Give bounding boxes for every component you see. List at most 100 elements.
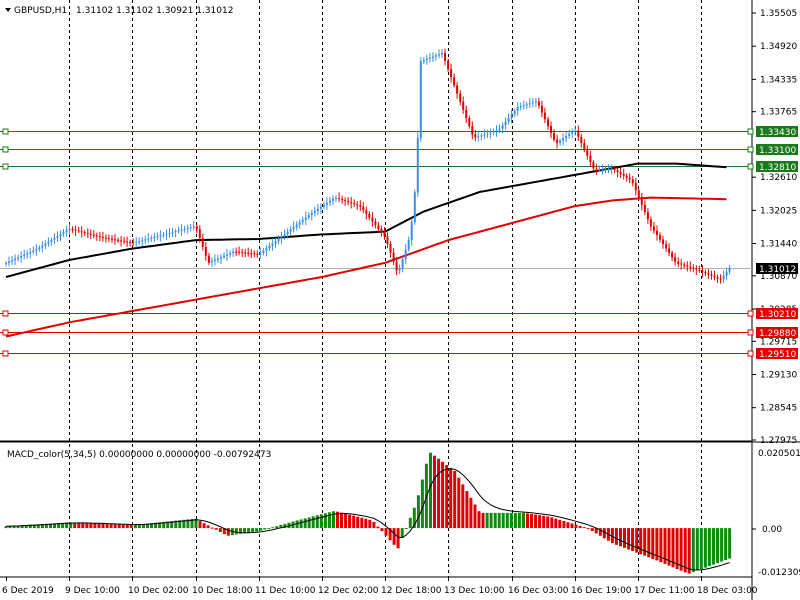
candle-body — [341, 199, 344, 201]
candle-body — [668, 248, 671, 253]
candle-body — [547, 119, 549, 127]
price-tick-label: 1.35505 — [760, 9, 797, 19]
candle-body — [625, 175, 628, 178]
macd-bar — [639, 528, 643, 555]
time-tick-label: 11 Dec 10:00 — [255, 586, 316, 596]
macd-bar — [542, 515, 546, 529]
candle-body — [159, 235, 162, 237]
candle-body — [637, 190, 640, 198]
candle-body — [123, 240, 126, 242]
candle-body — [510, 114, 513, 118]
candle-body — [571, 131, 574, 134]
candle-body — [474, 134, 477, 138]
candle-body — [50, 239, 53, 242]
candle-body — [359, 205, 362, 207]
candle-body — [683, 264, 686, 266]
candle-body — [174, 231, 177, 233]
candle-body — [238, 251, 241, 253]
candle-body — [38, 247, 41, 250]
candle-body — [41, 245, 44, 248]
candle-body — [450, 69, 453, 78]
macd-bar — [356, 516, 360, 529]
candle-body — [401, 259, 404, 269]
candle-body — [607, 169, 610, 171]
candle-body — [568, 133, 571, 136]
macd-bar — [97, 523, 101, 529]
macd-bar — [675, 528, 679, 569]
macd-bar — [105, 524, 109, 529]
candle-body — [719, 278, 722, 280]
candle-body — [156, 236, 159, 238]
macd-bar — [368, 519, 372, 529]
candle-body — [216, 258, 219, 260]
macd-bar — [214, 528, 218, 530]
macd-bar — [81, 523, 85, 529]
candle-body — [135, 241, 138, 243]
candle-body — [398, 268, 401, 271]
candle-body — [716, 277, 719, 279]
candle-body — [292, 226, 295, 230]
candle-body — [338, 198, 341, 199]
candle-body — [459, 93, 462, 102]
macd-bar — [210, 527, 214, 529]
candle-body — [204, 246, 207, 256]
macd-bar — [707, 528, 711, 567]
candle-body — [353, 203, 356, 205]
candle-body — [310, 212, 313, 215]
macd-bar — [703, 528, 707, 568]
candle-body — [662, 239, 664, 244]
candle-body — [550, 126, 552, 133]
time-tick-label: 16 Dec 03:00 — [508, 586, 569, 596]
macd-bar — [384, 528, 388, 536]
price-tick-label: 1.34335 — [760, 75, 797, 85]
macd-bar — [323, 513, 327, 529]
price-tick-label: 1.31440 — [760, 240, 797, 250]
macd-bar — [299, 519, 303, 529]
candle-body — [253, 253, 256, 255]
candle-body — [701, 270, 704, 272]
candle-body — [522, 105, 525, 107]
macd-bar — [125, 524, 129, 529]
trading-chart[interactable]: GBPUSD,H1 1.31102 1.31102 1.30921 1.3101… — [0, 0, 800, 600]
candle-body — [562, 138, 565, 141]
candle-body — [728, 267, 731, 272]
macd-bar — [526, 513, 529, 529]
candle-body — [462, 101, 465, 110]
candle-body — [250, 253, 253, 255]
macd-bar — [469, 497, 473, 529]
candle-body — [316, 208, 319, 211]
level-anchor-icon — [747, 310, 754, 317]
candle-body — [595, 168, 598, 170]
macd-bar — [226, 528, 230, 536]
candle-body — [722, 275, 725, 280]
candle-body — [107, 238, 110, 240]
candle-body — [410, 222, 413, 241]
macd-bar — [267, 528, 271, 530]
candle-body — [407, 240, 410, 250]
candle-body — [580, 136, 583, 144]
candle-body — [11, 260, 14, 262]
candle-body — [83, 232, 86, 234]
macd-bar — [364, 518, 368, 529]
candle-body — [329, 200, 331, 203]
candle-body — [692, 267, 695, 269]
time-tick-label: 9 Dec 10:00 — [65, 586, 120, 596]
candle-body — [686, 265, 689, 267]
price-tick-label: 1.33765 — [760, 108, 797, 118]
candle-body — [32, 250, 35, 252]
candle-body — [631, 179, 634, 184]
candle-body — [92, 234, 95, 236]
candle-body — [610, 169, 613, 171]
candle-body — [53, 238, 56, 240]
macd-bar — [683, 528, 687, 573]
candle-body — [141, 240, 144, 242]
macd-bar — [202, 523, 206, 529]
candle-body — [220, 257, 222, 259]
candle-body — [177, 230, 180, 232]
candle-body — [434, 55, 437, 57]
macd-bar — [360, 517, 364, 529]
level-anchor-icon — [747, 350, 754, 357]
candle-body — [114, 239, 116, 241]
candle-body — [304, 217, 307, 220]
macd-bar — [247, 528, 251, 533]
